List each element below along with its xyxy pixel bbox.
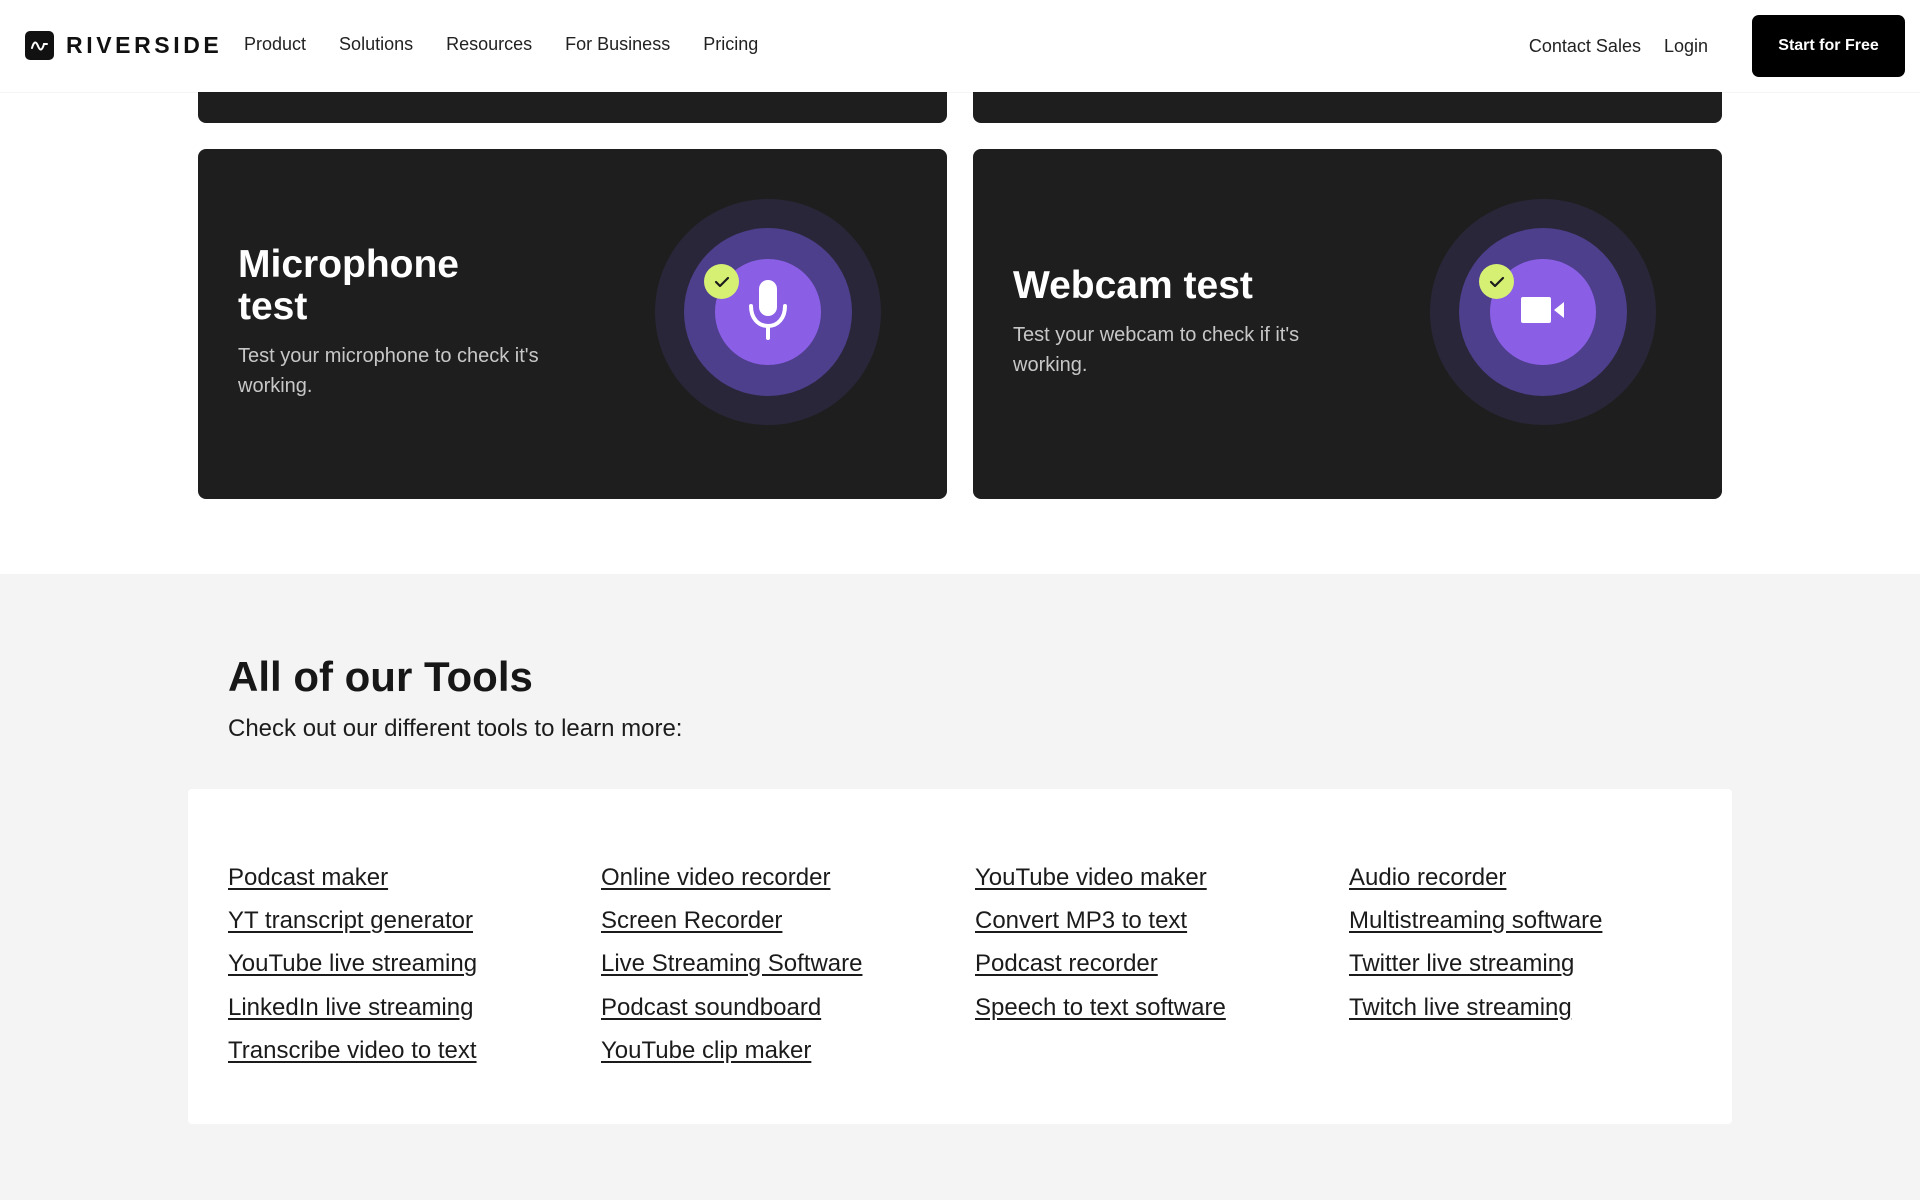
webcam-test-card[interactable]: Webcam test Test your webcam to check if… — [973, 149, 1722, 499]
nav-item-pricing[interactable]: Pricing — [703, 34, 758, 55]
tools-column-1: Podcast maker YT transcript generator Yo… — [228, 856, 477, 1072]
tool-link[interactable]: Audio recorder — [1349, 856, 1602, 899]
tools-column-2: Online video recorder Screen Recorder Li… — [601, 856, 862, 1072]
video-camera-icon — [1520, 295, 1566, 330]
all-tools-section: All of our Tools Check out our different… — [0, 574, 1920, 1200]
tool-link[interactable]: Online video recorder — [601, 856, 862, 899]
microphone-test-title: Microphone test — [238, 243, 459, 328]
brand-logo[interactable]: RIVERSIDE — [25, 31, 222, 60]
contact-sales-link[interactable]: Contact Sales — [1529, 36, 1641, 57]
tool-link[interactable]: YouTube clip maker — [601, 1029, 862, 1072]
webcam-illustration — [1430, 199, 1656, 425]
nav-actions: Contact Sales Login Start for Free — [1529, 0, 1920, 92]
tool-link[interactable]: Convert MP3 to text — [975, 899, 1226, 942]
microphone-icon — [746, 278, 790, 347]
brand-name: RIVERSIDE — [66, 32, 223, 58]
check-icon — [704, 264, 739, 299]
tool-link[interactable]: Twitch live streaming — [1349, 986, 1602, 1029]
tool-link[interactable]: Screen Recorder — [601, 899, 862, 942]
tools-column-3: YouTube video maker Convert MP3 to text … — [975, 856, 1226, 1029]
tool-link[interactable]: YouTube video maker — [975, 856, 1226, 899]
tool-link[interactable]: Twitter live streaming — [1349, 942, 1602, 985]
tool-link[interactable]: YT transcript generator — [228, 899, 477, 942]
start-for-free-button[interactable]: Start for Free — [1752, 15, 1905, 77]
tool-link[interactable]: Podcast recorder — [975, 942, 1226, 985]
top-navigation-bar: RIVERSIDE Product Solutions Resources Fo… — [0, 0, 1920, 92]
nav-item-solutions[interactable]: Solutions — [339, 34, 413, 55]
login-link[interactable]: Login — [1664, 36, 1708, 57]
nav-item-product[interactable]: Product — [244, 34, 306, 55]
webcam-test-description: Test your webcam to check if it's workin… — [1013, 324, 1300, 376]
tool-link[interactable]: LinkedIn live streaming — [228, 986, 477, 1029]
nav-item-for-business[interactable]: For Business — [565, 34, 670, 55]
check-icon — [1479, 264, 1514, 299]
riverside-wave-icon — [25, 31, 54, 60]
tool-link[interactable]: Speech to text software — [975, 986, 1226, 1029]
tool-link[interactable]: Transcribe video to text — [228, 1029, 477, 1072]
tools-column-4: Audio recorder Multistreaming software T… — [1349, 856, 1602, 1029]
tool-link[interactable]: Multistreaming software — [1349, 899, 1602, 942]
tool-link[interactable]: Podcast maker — [228, 856, 477, 899]
microphone-test-description: Test your microphone to check it's worki… — [238, 345, 539, 397]
tools-link-panel: Podcast maker YT transcript generator Yo… — [188, 789, 1732, 1124]
nav-item-resources[interactable]: Resources — [446, 34, 532, 55]
tool-link[interactable]: Live Streaming Software — [601, 942, 862, 985]
tool-link[interactable]: YouTube live streaming — [228, 942, 477, 985]
tools-section-title: All of our Tools — [228, 653, 533, 700]
tool-link[interactable]: Podcast soundboard — [601, 986, 862, 1029]
webcam-test-title: Webcam test — [1013, 264, 1253, 307]
microphone-test-card[interactable]: Microphone test Test your microphone to … — [198, 149, 947, 499]
microphone-illustration — [655, 199, 881, 425]
tools-section-subtitle: Check out our different tools to learn m… — [228, 715, 683, 742]
main-nav: Product Solutions Resources For Business… — [244, 34, 791, 55]
